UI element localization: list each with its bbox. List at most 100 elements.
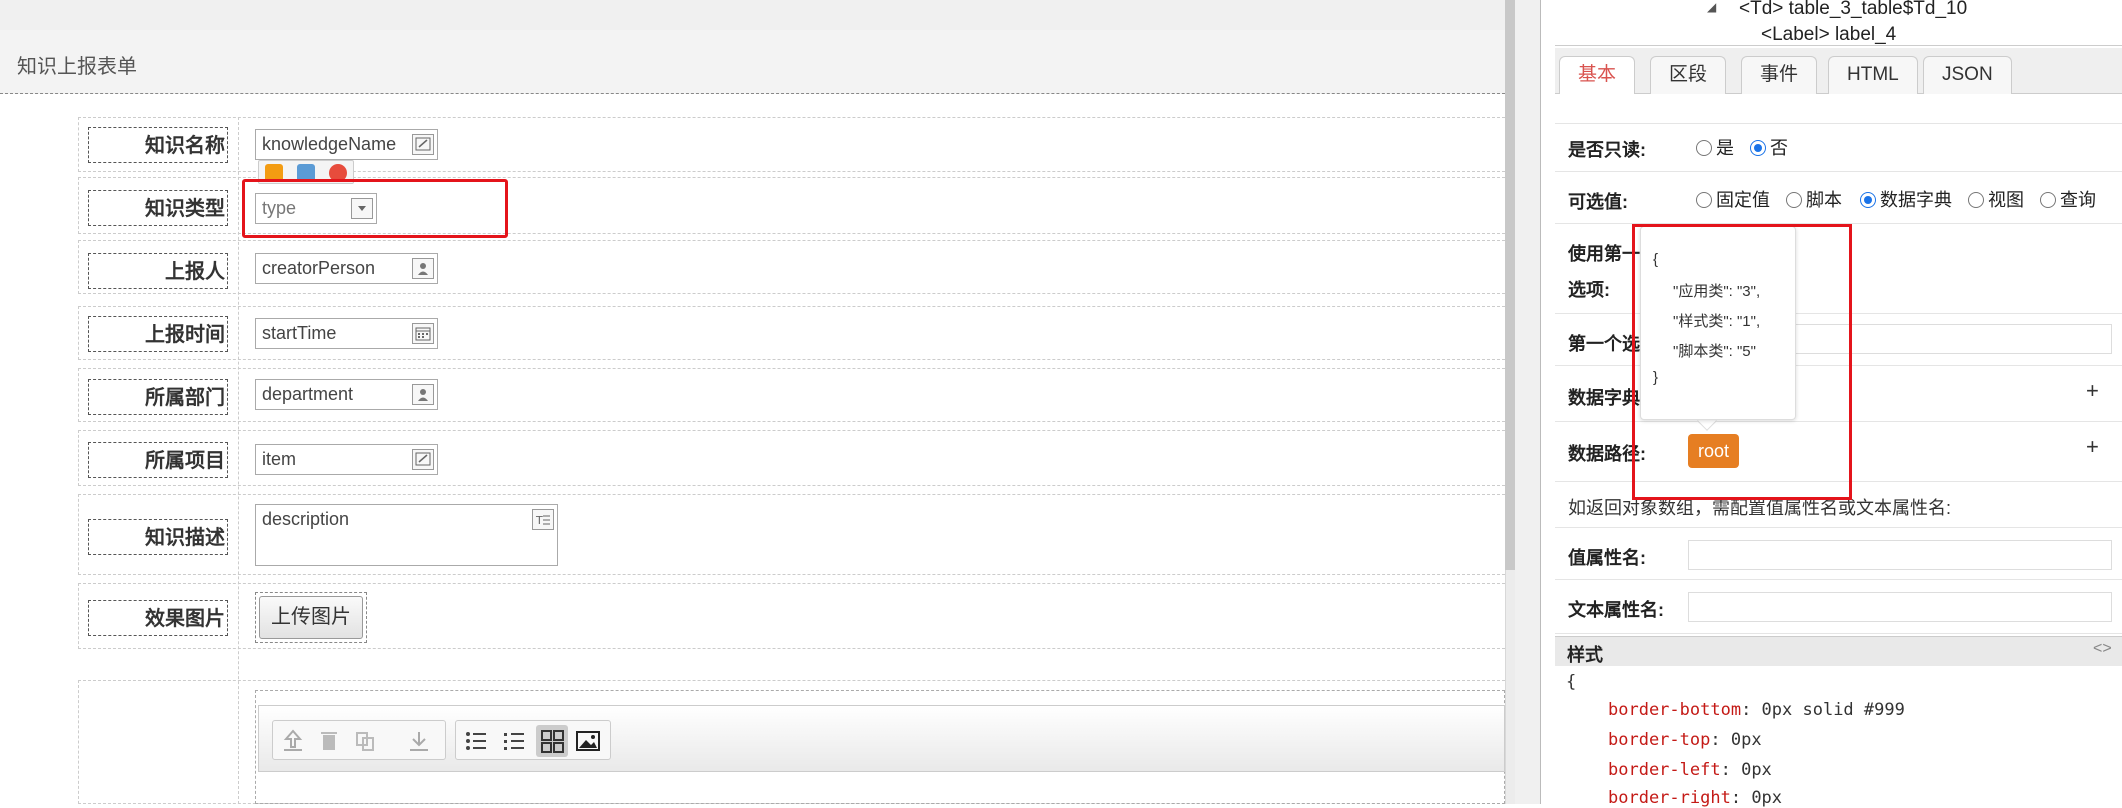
list-icon[interactable]	[460, 725, 492, 757]
css-value: 0px	[1741, 760, 1772, 780]
options-label: 选项:	[1568, 280, 1610, 300]
style-code-line: border-top: 0px	[1608, 730, 1762, 750]
form-header	[0, 30, 1505, 94]
component-tree: ◢ <Td> table_3_table$Td_10 <Label> label…	[1555, 0, 2122, 46]
radio-label: 数据字典	[1880, 190, 1952, 210]
radio-icon	[1786, 192, 1802, 208]
css-value: 0px	[1751, 788, 1783, 808]
file-tool-group	[272, 720, 446, 760]
readonly-label: 是否只读:	[1568, 140, 1646, 160]
label-knowledge-type: 知识类型	[88, 190, 228, 226]
editor-toolbar	[258, 705, 1505, 772]
expand-code-icon[interactable]: <>	[2093, 640, 2112, 658]
form-designer-canvas: 知识上报表单 知识名称 知识类型 上报人 上报时间 所属部门 所属项目 知识描述…	[0, 0, 1505, 804]
add-path-icon[interactable]: +	[2086, 434, 2099, 460]
canvas-top-strip	[0, 0, 1505, 30]
start-time-input[interactable]: startTime	[255, 318, 438, 349]
text-attr-input[interactable]	[1688, 592, 2112, 622]
user-icon[interactable]	[412, 384, 434, 405]
value-attr-input[interactable]	[1688, 540, 2112, 570]
item-input[interactable]: item	[255, 444, 438, 475]
swap-icon[interactable]	[349, 725, 381, 757]
label-description: 知识描述	[88, 519, 228, 555]
add-dictionary-icon[interactable]: +	[2086, 378, 2099, 404]
column-divider	[238, 117, 239, 804]
radio-icon	[1968, 192, 1984, 208]
dictionary-label: 数据字典	[1568, 388, 1640, 408]
radio-label: 脚本	[1806, 190, 1842, 210]
option-dictionary-radio[interactable]: 数据字典	[1860, 186, 1952, 212]
label-department: 所属部门	[88, 379, 228, 415]
tab-json[interactable]: JSON	[1923, 56, 2012, 94]
css-value: 0px solid #999	[1761, 700, 1905, 720]
radio-icon	[1696, 192, 1712, 208]
css-value: 0px	[1730, 730, 1762, 750]
prop-row-cut	[1555, 94, 2122, 124]
calendar-icon[interactable]	[412, 323, 434, 344]
tab-events[interactable]: 事件	[1741, 56, 1818, 94]
upload-icon[interactable]	[277, 725, 309, 757]
label-creator: 上报人	[88, 253, 228, 289]
tab-basic[interactable]: 基本	[1559, 56, 1636, 94]
creator-person-input[interactable]: creatorPerson	[255, 253, 438, 284]
label-start-time: 上报时间	[88, 316, 228, 352]
option-query-radio[interactable]: 查询	[2040, 186, 2096, 212]
edit-icon[interactable]	[412, 134, 434, 155]
upload-image-button[interactable]: 上传图片	[259, 596, 363, 639]
property-tabs: 基本 区段 事件 HTML JSON	[1555, 48, 2122, 94]
download-icon[interactable]	[403, 725, 435, 757]
textarea-value: description	[262, 509, 350, 529]
tree-expand-icon[interactable]: ◢	[1707, 0, 1716, 14]
radio-label: 否	[1770, 138, 1788, 158]
css-key: border-top	[1608, 730, 1711, 750]
tab-html[interactable]: HTML	[1828, 56, 1918, 94]
grid-icon[interactable]	[536, 725, 568, 757]
panel-splitter[interactable]	[1515, 0, 1540, 804]
radio-label: 视图	[1988, 190, 2024, 210]
input-value: item	[262, 449, 297, 469]
input-value: knowledgeName	[262, 134, 397, 154]
optional-label: 可选值:	[1568, 192, 1628, 212]
style-code-open: {	[1566, 672, 1577, 692]
canvas-scrollbar-thumb[interactable]	[1505, 0, 1515, 570]
radio-icon	[1860, 192, 1876, 208]
user-icon[interactable]	[412, 258, 434, 279]
value-attr-label: 值属性名:	[1568, 548, 1646, 568]
style-code-line: border-bottom: 0px solid #999	[1608, 700, 1905, 720]
department-input[interactable]: department	[255, 379, 438, 410]
input-value: creatorPerson	[262, 258, 376, 278]
tree-node-label[interactable]: <Label> label_4	[1761, 24, 1896, 46]
trash-icon[interactable]	[313, 725, 345, 757]
selected-field-highlight	[242, 179, 508, 238]
readonly-no-radio[interactable]: 否	[1750, 134, 1788, 160]
radio-icon	[1750, 140, 1766, 156]
radio-icon	[1696, 140, 1712, 156]
style-label: 样式	[1567, 645, 1603, 665]
edit-icon[interactable]	[412, 449, 434, 470]
option-script-radio[interactable]: 脚本	[1786, 186, 1842, 212]
image-icon[interactable]	[572, 725, 604, 757]
radio-label: 固定值	[1716, 190, 1770, 210]
input-value: department	[262, 384, 354, 404]
description-textarea[interactable]: description T	[255, 504, 558, 566]
radio-icon	[2040, 192, 2056, 208]
readonly-yes-radio[interactable]: 是	[1696, 134, 1734, 160]
svg-text:T: T	[535, 514, 543, 527]
knowledge-name-input[interactable]: knowledgeName	[255, 129, 438, 160]
style-code-line: border-right: 0px	[1608, 788, 1783, 808]
view-tool-group	[455, 720, 611, 760]
textarea-icon[interactable]: T	[532, 509, 554, 530]
tree-node-td[interactable]: <Td> table_3_table$Td_10	[1739, 0, 1967, 20]
form-title: 知识上报表单	[17, 56, 137, 78]
option-fixed-radio[interactable]: 固定值	[1696, 186, 1770, 212]
text-attr-label: 文本属性名:	[1568, 600, 1664, 620]
tab-section[interactable]: 区段	[1650, 56, 1727, 94]
detail-list-icon[interactable]	[498, 725, 530, 757]
label-effect-image: 效果图片	[88, 600, 228, 636]
label-knowledge-name: 知识名称	[88, 127, 228, 163]
input-value: startTime	[262, 323, 337, 343]
option-view-radio[interactable]: 视图	[1968, 186, 2024, 212]
css-key: border-left	[1608, 760, 1721, 780]
popup-highlight	[1632, 224, 1852, 500]
radio-label: 查询	[2060, 190, 2096, 210]
